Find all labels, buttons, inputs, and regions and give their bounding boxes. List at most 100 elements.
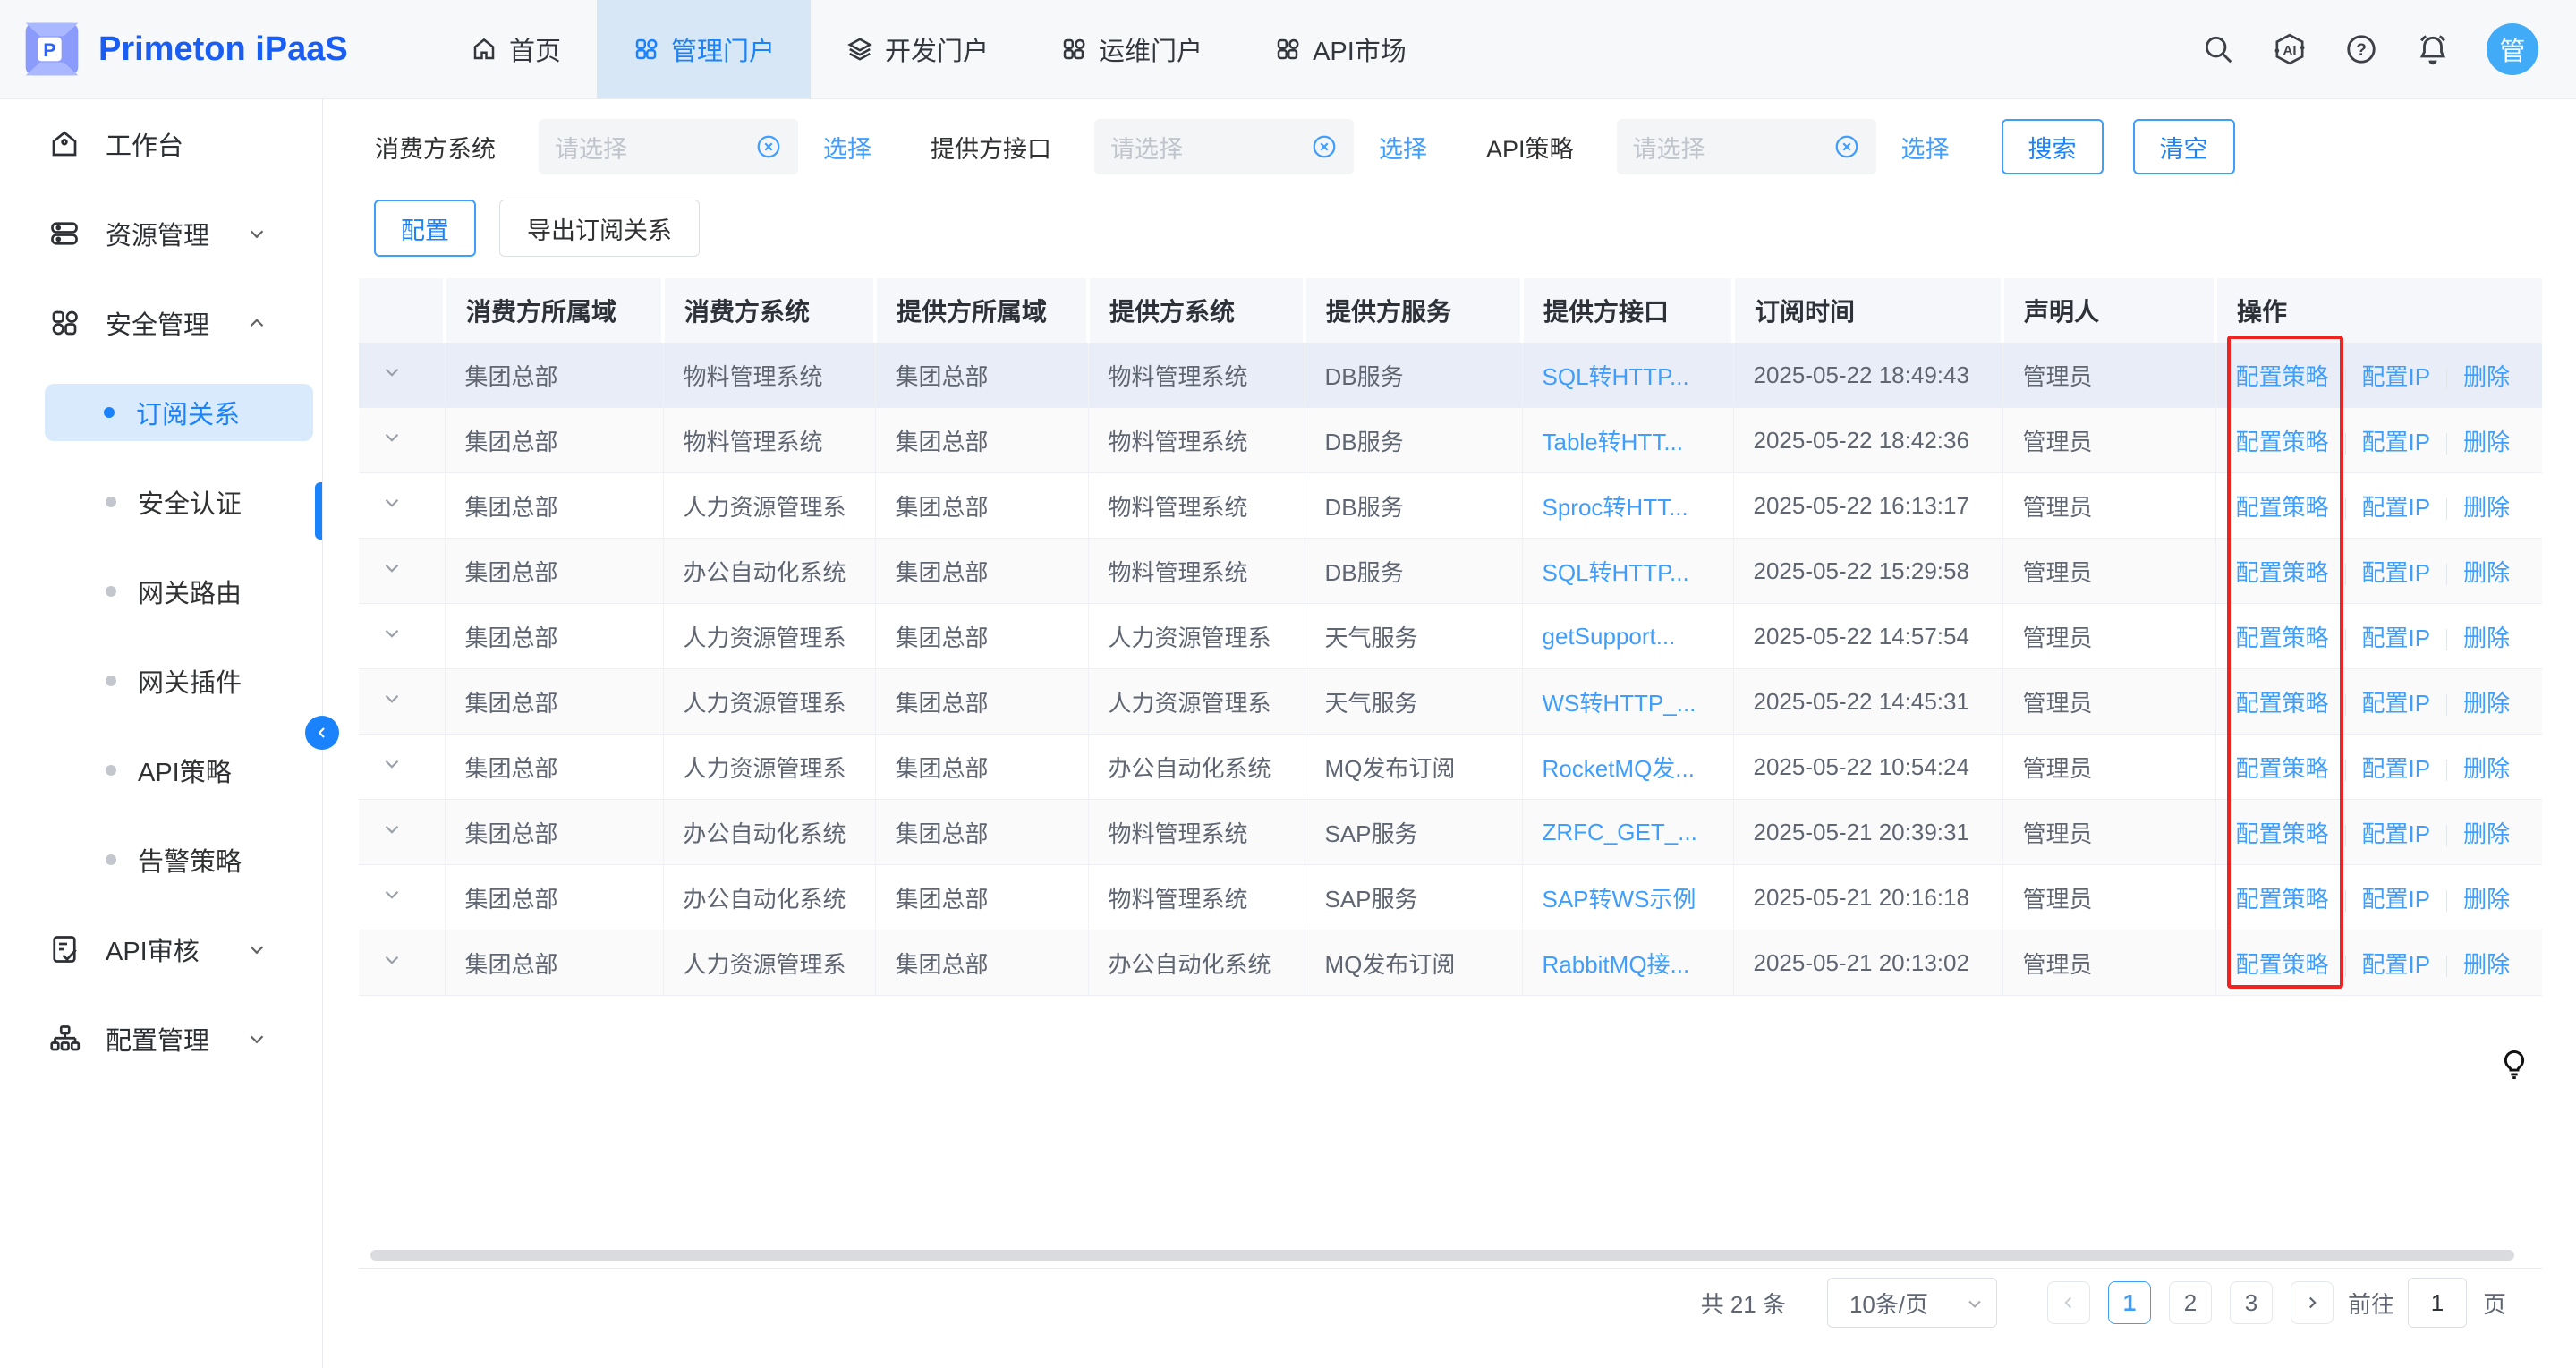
action-delete-link[interactable]: 删除 [2463,886,2510,913]
expand-row-icon[interactable] [380,883,404,906]
expand-cell[interactable] [359,930,445,996]
action-configure-ip-link[interactable]: 配置IP [2362,494,2431,521]
action-delete-link[interactable]: 删除 [2463,494,2510,521]
horizontal-scrollbar[interactable] [370,1250,2514,1261]
table-row[interactable]: 集团总部人力资源管理系集团总部人力资源管理系天气服务WS转HTTP_...202… [359,669,2542,735]
expand-cell[interactable] [359,604,445,669]
clear-button[interactable]: 清空 [2133,119,2235,174]
sidebar-item-workbench[interactable]: 工作台 [0,99,322,189]
table-row[interactable]: 集团总部人力资源管理系集团总部物料管理系统DB服务Sproc转HTT...202… [359,473,2542,539]
table-row[interactable]: 集团总部物料管理系统集团总部物料管理系统DB服务Table转HTT...2025… [359,408,2542,473]
expand-cell[interactable] [359,343,445,408]
interface-link[interactable]: Sproc转HTT... [1543,494,1688,521]
expand-cell[interactable] [359,669,445,735]
interface-link[interactable]: getSupport... [1543,623,1676,650]
action-configure-policy-link[interactable]: 配置策略 [2236,494,2329,521]
ai-assistant-icon[interactable]: AI [2272,31,2308,67]
table-row[interactable]: 集团总部人力资源管理系集团总部办公自动化系统MQ发布订阅RabbitMQ接...… [359,930,2542,996]
interface-link[interactable]: WS转HTTP_... [1543,690,1696,717]
lightbulb-icon[interactable] [2501,1049,2528,1084]
action-configure-policy-link[interactable]: 配置策略 [2236,951,2329,978]
interface-link[interactable]: ZRFC_GET_... [1543,819,1697,845]
action-delete-link[interactable]: 删除 [2463,429,2510,455]
sidebar-item-alert-policy[interactable]: 告警策略 [0,815,322,905]
page-size-select[interactable]: 10条/页 [1827,1278,1997,1328]
expand-cell[interactable] [359,800,445,865]
goto-page-input[interactable]: 1 [2408,1278,2467,1328]
interface-link[interactable]: SQL转HTTP... [1543,363,1689,390]
action-delete-link[interactable]: 删除 [2463,690,2510,717]
next-page-button[interactable] [2291,1281,2334,1324]
sidebar-item-api-policy[interactable]: API策略 [0,726,322,815]
api-policy-input[interactable]: 请选择 [1617,119,1876,174]
interface-link[interactable]: RocketMQ发... [1543,755,1695,782]
interface-link[interactable]: SQL转HTTP... [1543,559,1689,586]
action-configure-ip-link[interactable]: 配置IP [2362,951,2431,978]
action-delete-link[interactable]: 删除 [2463,363,2510,390]
prev-page-button[interactable] [2047,1281,2090,1324]
sidebar-item-gateway-route[interactable]: 网关路由 [0,547,322,636]
clear-circle-icon[interactable] [1833,133,1860,160]
consumer-system-input[interactable]: 请选择 [539,119,798,174]
brand-logo[interactable]: P Primeton iPaaS [23,21,399,78]
sidebar-collapse-button[interactable] [305,716,339,750]
action-configure-ip-link[interactable]: 配置IP [2362,429,2431,455]
provider-interface-select-link[interactable]: 选择 [1379,130,1427,165]
expand-row-icon[interactable] [380,818,404,841]
nav-api-market[interactable]: API市场 [1238,0,1442,98]
sidebar-item-auth[interactable]: 安全认证 [0,457,322,547]
action-configure-policy-link[interactable]: 配置策略 [2236,429,2329,455]
action-configure-policy-link[interactable]: 配置策略 [2236,363,2329,390]
search-icon[interactable] [2200,31,2236,67]
expand-row-icon[interactable] [380,687,404,710]
action-configure-policy-link[interactable]: 配置策略 [2236,690,2329,717]
interface-link[interactable]: RabbitMQ接... [1543,951,1690,978]
expand-cell[interactable] [359,735,445,800]
export-subscriptions-button[interactable]: 导出订阅关系 [499,200,700,257]
action-configure-ip-link[interactable]: 配置IP [2362,820,2431,847]
expand-row-icon[interactable] [380,948,404,972]
expand-row-icon[interactable] [380,557,404,580]
action-configure-ip-link[interactable]: 配置IP [2362,690,2431,717]
expand-row-icon[interactable] [380,491,404,514]
table-row[interactable]: 集团总部人力资源管理系集团总部人力资源管理系天气服务getSupport...2… [359,604,2542,669]
table-row[interactable]: 集团总部人力资源管理系集团总部办公自动化系统MQ发布订阅RocketMQ发...… [359,735,2542,800]
action-configure-policy-link[interactable]: 配置策略 [2236,559,2329,586]
action-configure-policy-link[interactable]: 配置策略 [2236,755,2329,782]
table-row[interactable]: 集团总部办公自动化系统集团总部物料管理系统SAP服务ZRFC_GET_...20… [359,800,2542,865]
page-button-3[interactable]: 3 [2230,1281,2273,1324]
provider-interface-input[interactable]: 请选择 [1094,119,1354,174]
table-row[interactable]: 集团总部办公自动化系统集团总部物料管理系统DB服务SQL转HTTP...2025… [359,539,2542,604]
action-configure-policy-link[interactable]: 配置策略 [2236,886,2329,913]
action-configure-ip-link[interactable]: 配置IP [2362,755,2431,782]
action-delete-link[interactable]: 删除 [2463,951,2510,978]
configure-button[interactable]: 配置 [374,200,476,257]
user-avatar[interactable]: 管 [2487,23,2538,75]
action-delete-link[interactable]: 删除 [2463,625,2510,651]
table-row[interactable]: 集团总部办公自动化系统集团总部物料管理系统SAP服务SAP转WS示例2025-0… [359,865,2542,930]
expand-row-icon[interactable] [380,622,404,645]
expand-row-icon[interactable] [380,426,404,449]
expand-cell[interactable] [359,539,445,604]
interface-link[interactable]: SAP转WS示例 [1543,886,1696,913]
action-configure-ip-link[interactable]: 配置IP [2362,559,2431,586]
consumer-system-select-link[interactable]: 选择 [823,130,871,165]
action-delete-link[interactable]: 删除 [2463,559,2510,586]
sidebar-item-api-audit[interactable]: API审核 [0,905,322,994]
action-configure-ip-link[interactable]: 配置IP [2362,363,2431,390]
expand-row-icon[interactable] [380,361,404,384]
api-policy-select-link[interactable]: 选择 [1901,130,1950,165]
interface-link[interactable]: Table转HTT... [1543,429,1684,455]
sidebar-item-resources[interactable]: 资源管理 [0,189,322,278]
expand-cell[interactable] [359,865,445,930]
action-configure-ip-link[interactable]: 配置IP [2362,625,2431,651]
page-button-2[interactable]: 2 [2169,1281,2212,1324]
table-row[interactable]: 集团总部物料管理系统集团总部物料管理系统DB服务SQL转HTTP...2025-… [359,343,2542,408]
nav-ops-portal[interactable]: 运维门户 [1024,0,1238,98]
nav-home[interactable]: 首页 [435,0,597,98]
nav-admin-portal[interactable]: 管理门户 [597,0,811,98]
action-configure-ip-link[interactable]: 配置IP [2362,886,2431,913]
page-button-1[interactable]: 1 [2108,1281,2151,1324]
bell-icon[interactable] [2415,31,2451,67]
expand-cell[interactable] [359,473,445,539]
